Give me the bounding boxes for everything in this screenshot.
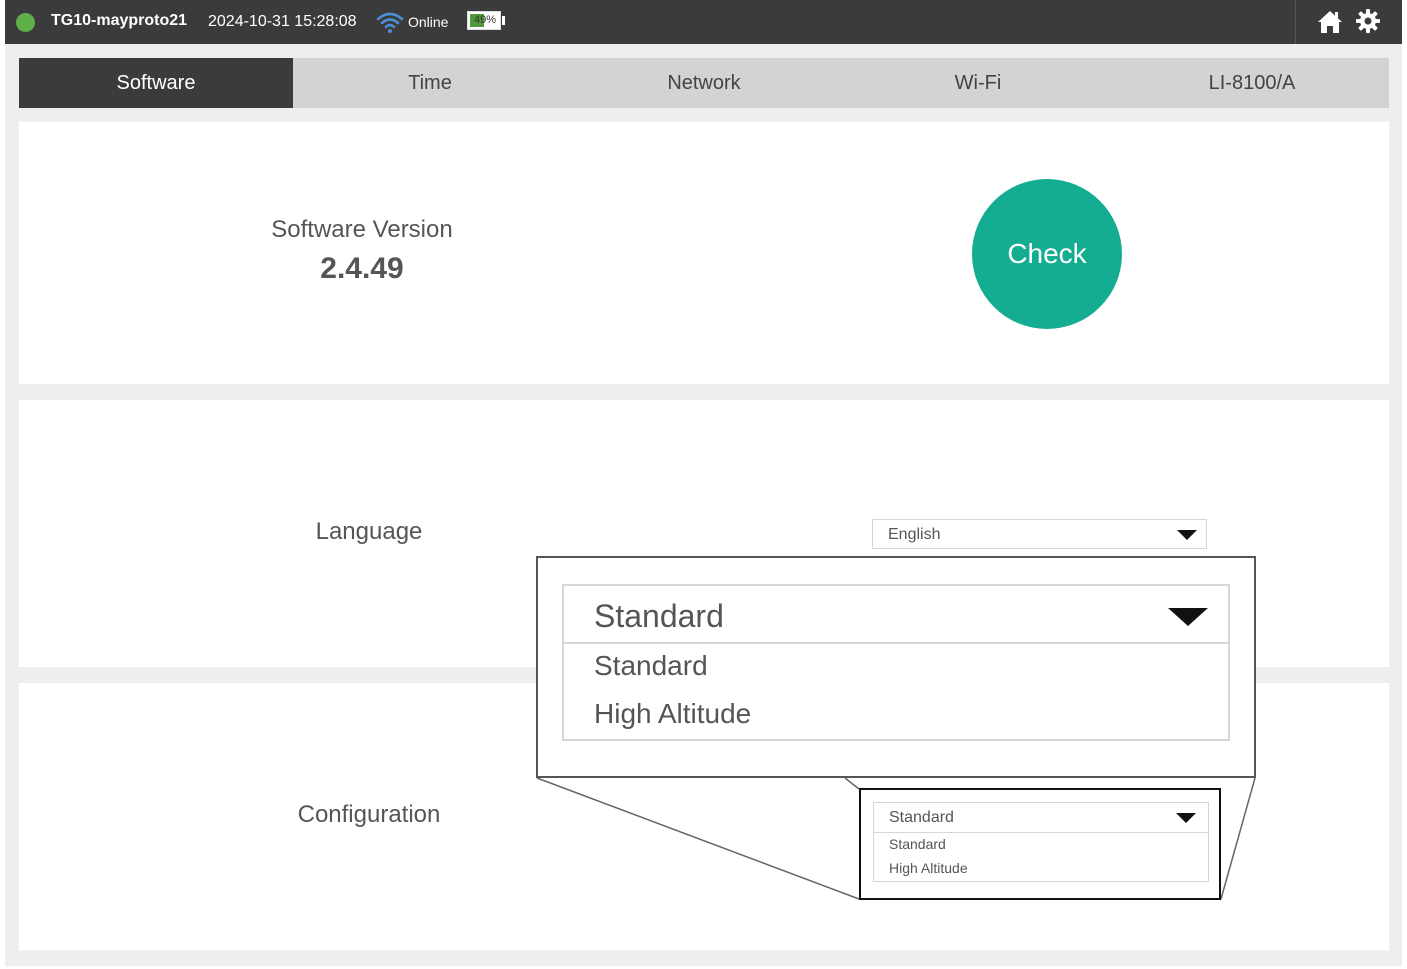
- configuration-option-standard[interactable]: Standard: [889, 836, 946, 852]
- zoomed-configuration-select: Standard Standard High Altitude: [562, 584, 1230, 741]
- configuration-dropdown-zoom: Standard Standard High Altitude: [536, 556, 1256, 778]
- configuration-option-high-altitude[interactable]: High Altitude: [889, 860, 968, 876]
- chevron-down-icon: [1176, 813, 1196, 823]
- zoomed-select-head: Standard: [564, 586, 1228, 644]
- configuration-select-value: Standard: [889, 809, 954, 826]
- zoomed-option-standard: Standard: [594, 650, 708, 681]
- configuration-select-head[interactable]: Standard: [874, 803, 1208, 833]
- configuration-select[interactable]: Standard Standard High Altitude: [873, 802, 1209, 882]
- zoomed-option-high-altitude: High Altitude: [594, 698, 752, 729]
- configuration-dropdown-highlight: Standard Standard High Altitude: [859, 788, 1221, 900]
- zoomed-select-value: Standard: [594, 598, 724, 634]
- chevron-down-icon: [1168, 608, 1208, 626]
